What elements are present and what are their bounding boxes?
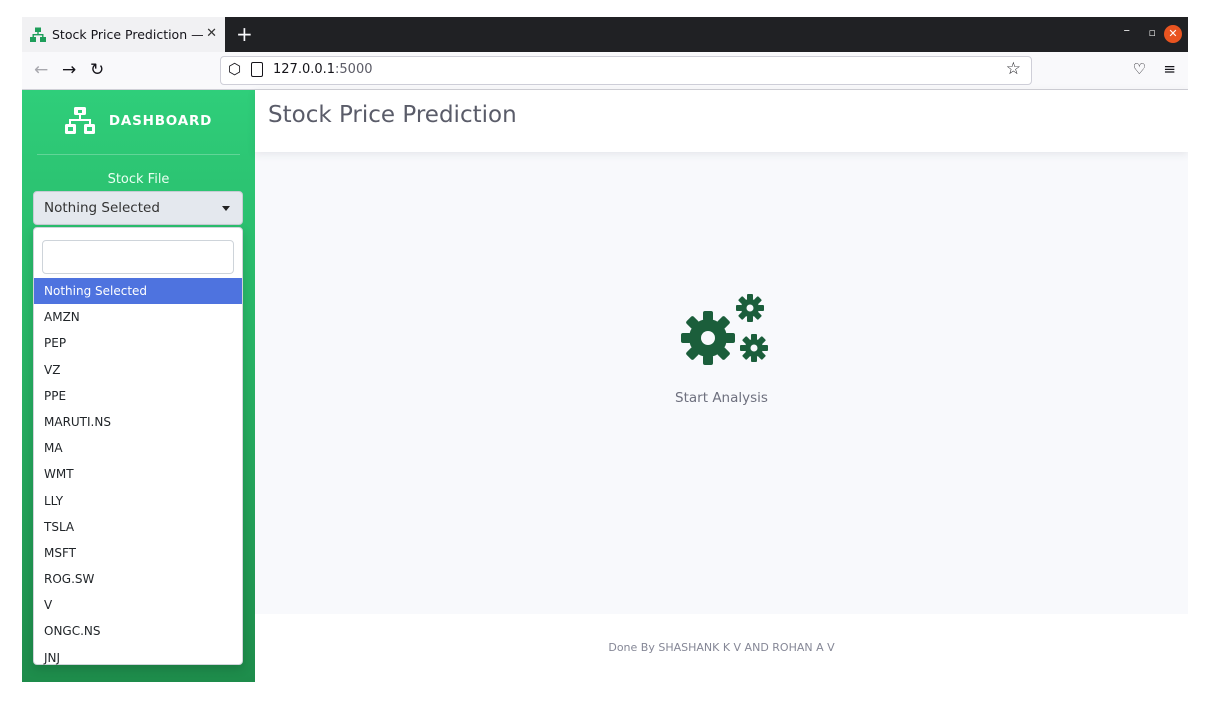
dropdown-option[interactable]: PPE — [34, 383, 242, 409]
url-host: 127.0.0.1 — [273, 62, 336, 77]
sidebar-divider — [37, 154, 240, 155]
dropdown-option[interactable]: ROG.SW — [34, 566, 242, 592]
url-port: :5000 — [335, 62, 373, 77]
select-value: Nothing Selected — [44, 200, 160, 216]
page-icon[interactable] — [251, 62, 263, 77]
sidebar-brand[interactable]: DASHBOARD — [22, 90, 255, 152]
footer: Done By SHASHANK K V AND ROHAN A V — [255, 614, 1188, 682]
start-analysis-label[interactable]: Start Analysis — [255, 390, 1188, 406]
tab-bar: Stock Price Prediction — [ ✕ + – ▫ ✕ — [22, 17, 1188, 52]
bookmark-star-icon[interactable]: ☆ — [1006, 59, 1021, 79]
browser-window: Stock Price Prediction — [ ✕ + – ▫ ✕ ← →… — [22, 17, 1188, 682]
dropdown-option[interactable]: Nothing Selected — [34, 278, 242, 305]
stock-file-label: Stock File — [107, 172, 170, 187]
sitemap-icon — [64, 107, 95, 134]
reload-icon[interactable]: ↻ — [90, 60, 104, 80]
shield-icon[interactable]: ⬡ — [228, 60, 241, 78]
dropdown-option[interactable]: VZ — [34, 357, 242, 383]
tab-close-icon[interactable]: ✕ — [206, 26, 217, 41]
sitemap-icon — [30, 27, 46, 42]
brand-title: DASHBOARD — [108, 113, 213, 129]
sidebar: DASHBOARD Stock File Nothing Selected No… — [22, 90, 255, 682]
dropdown-option[interactable]: MARUTI.NS — [34, 409, 242, 435]
dropdown-option[interactable]: WMT — [34, 461, 242, 487]
topbar: Stock Price Prediction — [255, 90, 1188, 152]
window-close-icon[interactable]: ✕ — [1164, 25, 1182, 43]
minimize-icon[interactable]: – — [1124, 23, 1131, 38]
pocket-icon[interactable]: ♡ — [1133, 60, 1146, 78]
dropdown-option[interactable]: AMZN — [34, 304, 242, 330]
main-content: Start Analysis — [255, 152, 1188, 614]
dropdown-option[interactable]: ONGC.NS — [34, 618, 242, 644]
dropdown-option[interactable]: MA — [34, 435, 242, 461]
url-bar[interactable]: ⬡ 127.0.0.1:5000 ☆ — [220, 56, 1032, 85]
app-body: DASHBOARD Stock File Nothing Selected No… — [22, 90, 1188, 682]
back-arrow-icon[interactable]: ← — [34, 60, 48, 80]
forward-arrow-icon[interactable]: → — [62, 60, 76, 80]
stock-file-dropdown: Nothing Selected AMZN PEP VZ PPE MARUTI.… — [33, 227, 243, 665]
menu-icon[interactable]: ≡ — [1163, 60, 1176, 78]
page-title: Stock Price Prediction — [268, 102, 517, 128]
caret-down-icon — [222, 206, 230, 211]
url-text[interactable]: 127.0.0.1:5000 — [273, 62, 373, 77]
footer-credits: Done By SHASHANK K V AND ROHAN A V — [608, 641, 835, 654]
new-tab-button[interactable]: + — [236, 22, 253, 46]
dropdown-option[interactable]: LLY — [34, 488, 242, 514]
restore-icon[interactable]: ▫ — [1149, 26, 1156, 39]
dropdown-option[interactable]: MSFT — [34, 540, 242, 566]
browser-tab[interactable]: Stock Price Prediction — [ ✕ — [22, 17, 225, 52]
navigation-bar: ← → ↻ ⬡ 127.0.0.1:5000 ☆ ♡ ≡ — [22, 52, 1188, 90]
dropdown-option[interactable]: TSLA — [34, 514, 242, 540]
dropdown-options: Nothing Selected AMZN PEP VZ PPE MARUTI.… — [34, 278, 242, 671]
gears-icon[interactable] — [675, 290, 775, 370]
tab-title: Stock Price Prediction — [ — [52, 27, 207, 42]
dropdown-option[interactable]: V — [34, 592, 242, 618]
dropdown-option[interactable]: PEP — [34, 330, 242, 356]
dropdown-search-input[interactable] — [42, 240, 234, 274]
stock-file-select[interactable]: Nothing Selected — [33, 191, 243, 225]
dropdown-option[interactable]: JNJ — [34, 645, 242, 671]
